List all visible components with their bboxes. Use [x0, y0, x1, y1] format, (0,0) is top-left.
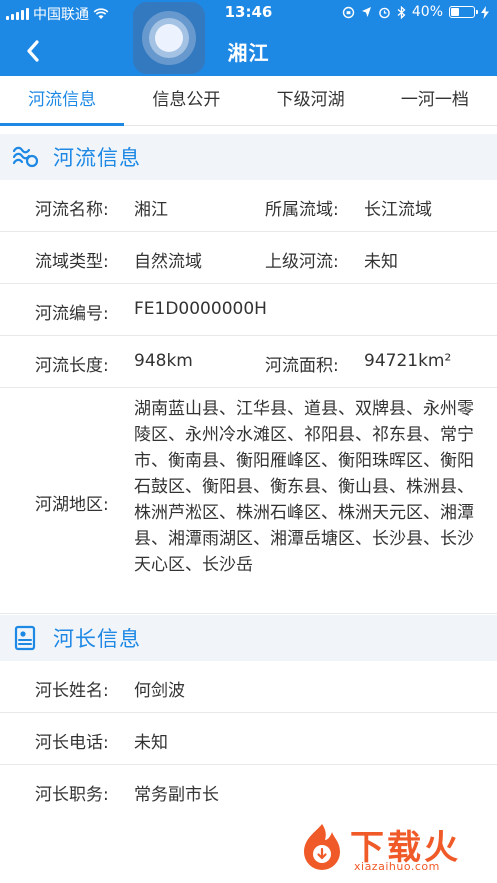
region-value: 湖南蓝山县、江华县、道县、双牌县、永州零陵区、永州冷水滩区、祁阳县、祁东县、常宁… — [134, 399, 474, 575]
status-bar: 中国联通 13:46 40% — [0, 0, 497, 26]
tab-sub-rivers[interactable]: 下级河湖 — [249, 76, 373, 125]
charging-icon — [481, 5, 489, 19]
chief-name-value: 何剑波 — [134, 681, 185, 701]
row-length-area: 河流长度: 948km 河流面积: 94721km² — [0, 336, 497, 388]
profile-card-icon — [11, 624, 39, 652]
river-name-value: 湘江 — [134, 200, 168, 220]
row-type-parent: 流域类型: 自然流域 上级河流: 未知 — [0, 232, 497, 284]
river-name-label: 河流名称: — [35, 200, 109, 220]
tab-info-disclosure[interactable]: 信息公开 — [124, 76, 248, 125]
row-code: 河流编号: FE1D0000000H — [0, 284, 497, 336]
tab-river-info[interactable]: 河流信息 — [0, 76, 125, 126]
watermark-url: xiazaihuo.com — [354, 860, 440, 873]
chief-phone-value: 未知 — [134, 733, 168, 753]
river-area-value: 94721km² — [364, 351, 452, 371]
basin-value: 长江流域 — [364, 200, 432, 220]
location-icon — [361, 7, 371, 17]
tab-bar: 河流信息 信息公开 下级河湖 一河一档 — [0, 76, 497, 126]
river-info-title: 河流信息 — [53, 146, 141, 170]
river-length-value: 948km — [134, 351, 193, 371]
row-region: 河湖地区: 湖南蓝山县、江华县、道县、双牌县、永州零陵区、永州冷水滩区、祁阳县、… — [0, 388, 497, 614]
river-code-label: 河流编号: — [35, 304, 109, 324]
page-title: 湘江 — [227, 41, 270, 65]
battery-icon — [449, 6, 478, 18]
river-length-label: 河流长度: — [35, 356, 109, 376]
parent-river-label: 上级河流: — [265, 252, 339, 272]
chief-position-value: 常务副市长 — [134, 785, 219, 805]
chief-phone-label: 河长电话: — [35, 733, 109, 753]
chief-info-title: 河长信息 — [53, 627, 141, 651]
flame-logo-icon — [304, 824, 340, 870]
basin-type-label: 流域类型: — [35, 252, 109, 272]
row-chief-phone: 河长电话: 未知 — [0, 713, 497, 765]
region-label: 河湖地区: — [35, 495, 109, 515]
row-chief-position: 河长职务: 常务副市长 — [0, 765, 497, 817]
river-info-header: 河流信息 — [0, 134, 497, 180]
waves-icon — [11, 143, 39, 171]
parent-river-value: 未知 — [364, 252, 398, 272]
chief-position-label: 河长职务: — [35, 785, 109, 805]
basin-label: 所属流域: — [265, 200, 339, 220]
chief-info-header: 河长信息 — [0, 615, 497, 661]
watermark: 下载火 xiazaihuo.com — [290, 818, 490, 880]
rotation-lock-icon — [342, 6, 355, 18]
status-right: 40% — [342, 4, 489, 20]
battery-fill — [451, 8, 459, 16]
battery-percent: 40% — [411, 4, 443, 20]
row-name-basin: 河流名称: 湘江 所属流域: 长江流域 — [0, 180, 497, 232]
chief-name-label: 河长姓名: — [35, 681, 109, 701]
nav-bar: 湘江 — [0, 26, 497, 76]
tab-river-archive[interactable]: 一河一档 — [373, 76, 497, 125]
river-code-value: FE1D0000000H — [134, 299, 267, 319]
row-chief-name: 河长姓名: 何剑波 — [0, 661, 497, 713]
basin-type-value: 自然流域 — [134, 252, 202, 272]
bluetooth-icon — [397, 5, 406, 19]
river-area-label: 河流面积: — [265, 356, 339, 376]
alarm-icon — [379, 7, 390, 18]
assistive-touch-button[interactable] — [133, 2, 205, 74]
